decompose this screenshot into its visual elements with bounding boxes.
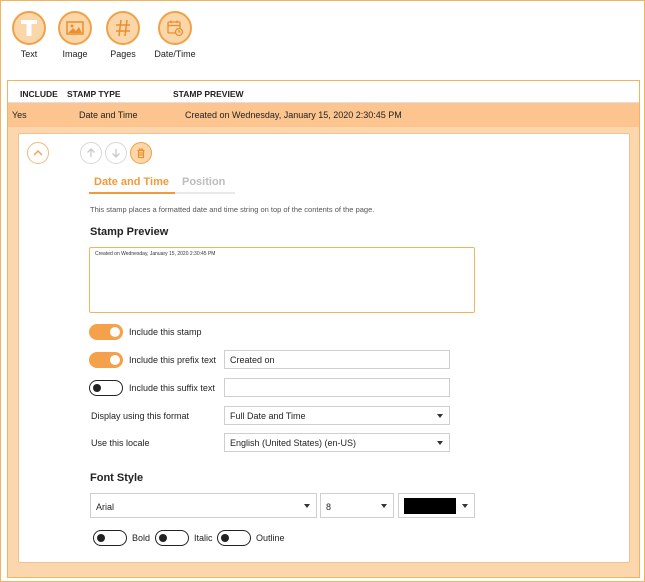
stamp-preview-box: Created on Wednesday, January 15, 2020 2… xyxy=(89,247,475,313)
stamp-description: This stamp places a formatted date and t… xyxy=(90,205,375,214)
arrow-up-icon xyxy=(87,148,95,157)
add-pages-stamp-button[interactable]: Pages xyxy=(98,11,148,59)
hash-icon xyxy=(106,11,140,45)
add-image-stamp-button[interactable]: Image xyxy=(50,11,100,59)
calendar-clock-icon xyxy=(158,11,192,45)
italic-label: Italic xyxy=(194,533,213,543)
chevron-down-icon xyxy=(304,504,310,508)
stamps-table: INCLUDE STAMP TYPE STAMP PREVIEW Yes Dat… xyxy=(7,80,640,578)
locale-select[interactable]: English (United States) (en-US) xyxy=(224,433,450,452)
prefix-label: Include this prefix text xyxy=(129,355,217,365)
tab-position[interactable]: Position xyxy=(182,176,225,188)
row-stamp-preview: Created on Wednesday, January 15, 2020 2… xyxy=(185,110,402,120)
font-family-value: Arial xyxy=(96,502,115,512)
font-color-select[interactable] xyxy=(398,493,475,518)
row-include: Yes xyxy=(12,110,27,120)
collapse-button[interactable] xyxy=(27,142,49,164)
add-text-stamp-button[interactable]: Text xyxy=(4,11,54,59)
table-row[interactable]: Yes Date and Time Created on Wednesday, … xyxy=(8,103,639,127)
outline-toggle[interactable] xyxy=(217,530,251,546)
bold-toggle[interactable] xyxy=(93,530,127,546)
suffix-text-input[interactable] xyxy=(224,378,450,397)
stamp-editor-panel: Date and Time Position This stamp places… xyxy=(18,133,630,563)
font-size-value: 8 xyxy=(326,502,332,512)
tool-label-pages: Pages xyxy=(110,49,136,59)
chevron-down-icon xyxy=(381,504,387,508)
delete-stamp-button[interactable] xyxy=(130,142,152,164)
format-label: Display using this format xyxy=(91,411,190,421)
chevron-up-icon xyxy=(33,150,43,156)
locale-label: Use this locale xyxy=(91,438,150,448)
format-value: Full Date and Time xyxy=(230,411,306,421)
locale-value: English (United States) (en-US) xyxy=(230,438,357,448)
chevron-down-icon xyxy=(437,414,443,418)
prefix-text-input[interactable]: Created on xyxy=(224,350,450,369)
font-style-heading: Font Style xyxy=(90,472,144,484)
chevron-down-icon xyxy=(462,504,468,508)
image-icon xyxy=(58,11,92,45)
row-detail: Date and Time Position This stamp places… xyxy=(8,127,639,577)
column-header-include: INCLUDE xyxy=(20,89,58,99)
move-up-button[interactable] xyxy=(80,142,102,164)
prefix-toggle[interactable] xyxy=(89,352,123,368)
font-family-select[interactable]: Arial xyxy=(90,493,317,518)
format-select[interactable]: Full Date and Time xyxy=(224,406,450,425)
row-stamp-type: Date and Time xyxy=(79,110,138,120)
stamp-toolbar: Text Image Pages Date/Time xyxy=(1,1,644,79)
bold-label: Bold xyxy=(132,533,151,543)
tab-underline-active xyxy=(89,192,175,194)
column-header-stamp-preview: STAMP PREVIEW xyxy=(173,89,244,99)
italic-toggle[interactable] xyxy=(155,530,189,546)
tab-underline xyxy=(89,192,235,194)
arrow-down-icon xyxy=(112,149,120,158)
stamp-preview-heading: Stamp Preview xyxy=(90,226,169,238)
text-icon xyxy=(12,11,46,45)
move-down-button[interactable] xyxy=(105,142,127,164)
chevron-down-icon xyxy=(437,441,443,445)
tool-label-text: Text xyxy=(20,49,38,59)
include-stamp-label: Include this stamp xyxy=(129,327,202,337)
suffix-label: Include this suffix text xyxy=(129,383,215,393)
add-datetime-stamp-button[interactable]: Date/Time xyxy=(150,11,200,59)
tool-label-image: Image xyxy=(62,49,88,59)
trash-icon xyxy=(137,148,145,159)
stamp-editor-window: Text Image Pages Date/Time INCLUDE STAMP… xyxy=(0,0,645,582)
font-size-select[interactable]: 8 xyxy=(320,493,394,518)
suffix-toggle[interactable] xyxy=(89,380,123,396)
tab-date-and-time[interactable]: Date and Time xyxy=(94,176,169,188)
column-header-stamp-type: STAMP TYPE xyxy=(67,89,121,99)
outline-label: Outline xyxy=(256,533,285,543)
table-header: INCLUDE STAMP TYPE STAMP PREVIEW xyxy=(8,81,639,103)
tool-label-datetime: Date/Time xyxy=(154,49,196,59)
include-stamp-toggle[interactable] xyxy=(89,324,123,340)
font-color-swatch xyxy=(404,498,456,514)
stamp-preview-text: Created on Wednesday, January 15, 2020 2… xyxy=(95,251,216,257)
